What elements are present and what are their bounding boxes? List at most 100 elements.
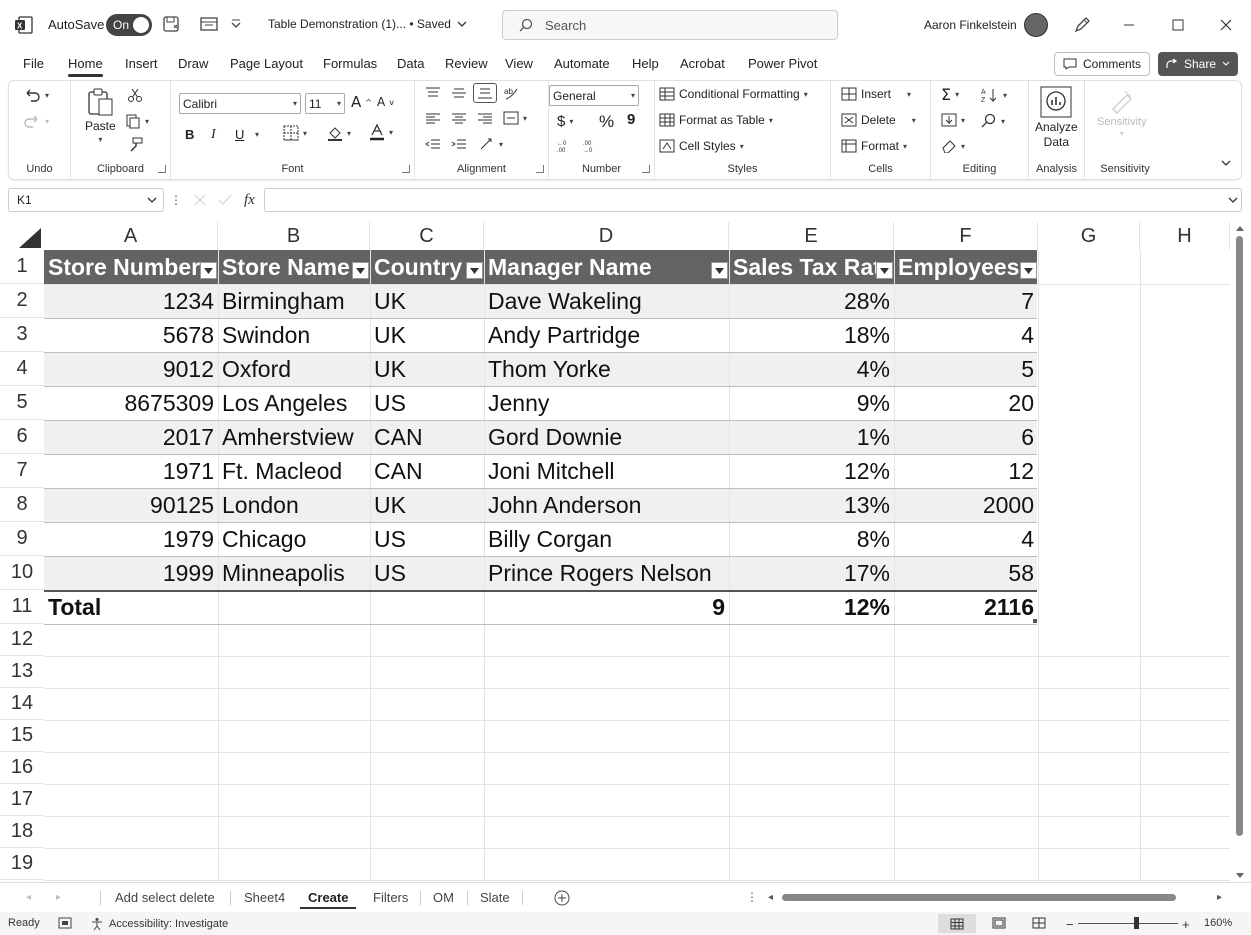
tab-data[interactable]: Data — [397, 56, 424, 71]
page-break-view-button[interactable] — [1032, 917, 1046, 929]
font-launcher-icon[interactable] — [402, 165, 410, 173]
table-cell[interactable]: Andy Partridge — [484, 318, 729, 352]
currency-button[interactable]: $ ▾ — [557, 113, 573, 130]
row-header-15[interactable]: 15 — [0, 720, 44, 752]
more-icon[interactable]: ⋮ — [170, 193, 182, 207]
cut-button[interactable] — [127, 87, 143, 103]
row-header-7[interactable]: 7 — [0, 454, 44, 488]
decrease-decimal-icon[interactable]: .00 →0 — [583, 139, 601, 153]
cell-styles-button[interactable]: Cell Styles ▾ — [659, 139, 744, 153]
table-cell[interactable]: Jenny — [484, 386, 729, 420]
underline-dropdown[interactable]: ▾ — [255, 130, 259, 139]
fill-button[interactable]: ▾ — [941, 113, 965, 127]
table-cell[interactable]: US — [370, 522, 484, 556]
tab-file[interactable]: File — [23, 56, 44, 71]
font-color-button[interactable]: ▾ — [369, 123, 393, 141]
scroll-down-icon[interactable] — [1235, 872, 1245, 880]
italic-button[interactable]: I — [211, 127, 216, 143]
table-cell[interactable]: 20 — [894, 386, 1038, 420]
align-right-icon[interactable] — [477, 113, 493, 125]
customize-qat-icon[interactable] — [230, 14, 248, 34]
row-header-10[interactable]: 10 — [0, 556, 44, 590]
table-cell[interactable]: US — [370, 386, 484, 420]
save-icon[interactable] — [162, 14, 182, 34]
table-cell[interactable]: 9012 — [44, 352, 218, 386]
table-cell[interactable]: UK — [370, 488, 484, 522]
table-cell[interactable]: 4 — [894, 522, 1038, 556]
sensitivity-button[interactable]: Sensitivity ▾ — [1097, 85, 1147, 138]
document-title[interactable]: Table Demonstration (1)... • Saved — [268, 17, 467, 31]
fill-color-button[interactable]: ▾ — [327, 125, 351, 141]
scroll-tabs-left-icon[interactable]: ◂ — [26, 892, 31, 903]
total-cell[interactable] — [370, 590, 484, 624]
table-cell[interactable]: 1979 — [44, 522, 218, 556]
formula-input[interactable] — [264, 188, 1242, 212]
clipboard-launcher-icon[interactable] — [158, 165, 166, 173]
filter-dropdown-icon[interactable] — [876, 262, 893, 279]
table-cell[interactable]: 9% — [729, 386, 894, 420]
column-header-g[interactable]: G — [1038, 222, 1140, 250]
avatar[interactable] — [1024, 13, 1048, 37]
row-header-16[interactable]: 16 — [0, 752, 44, 784]
insert-function-icon[interactable]: fx — [244, 192, 255, 209]
row-header-1[interactable]: 1 — [0, 250, 44, 284]
table-cell[interactable]: London — [218, 488, 370, 522]
table-cell[interactable]: 28% — [729, 284, 894, 318]
format-painter-button[interactable] — [127, 137, 143, 153]
decrease-font-icon[interactable]: Av — [377, 95, 394, 109]
format-cells-button[interactable]: Format ▾ — [841, 139, 907, 153]
search-box[interactable]: Search — [502, 10, 838, 40]
table-cell[interactable]: 1971 — [44, 454, 218, 488]
user-name[interactable]: Aaron Finkelstein — [924, 18, 1017, 32]
ribbon-collapse-icon[interactable] — [1221, 159, 1231, 167]
page-layout-view-button[interactable] — [992, 917, 1006, 929]
table-cell[interactable]: Minneapolis — [218, 556, 370, 590]
bold-button[interactable]: B — [185, 127, 194, 142]
table-cell[interactable]: 1% — [729, 420, 894, 454]
minimize-button[interactable] — [1116, 12, 1142, 38]
table-cell[interactable]: UK — [370, 284, 484, 318]
table-cell[interactable]: Prince Rogers Nelson — [484, 556, 729, 590]
sheet-tab-sheet4[interactable]: Sheet4 — [244, 883, 285, 911]
tab-help[interactable]: Help — [632, 56, 659, 71]
sheet-tab-filters[interactable]: Filters — [373, 883, 408, 911]
scroll-tabs-right-icon[interactable]: ▸ — [56, 892, 61, 903]
column-header-h[interactable]: H — [1140, 222, 1230, 250]
underline-button[interactable]: U — [235, 127, 244, 142]
analyze-data-button[interactable]: Analyze Data — [1035, 85, 1078, 149]
align-bottom-icon[interactable] — [473, 83, 497, 103]
column-header-c[interactable]: C — [370, 222, 484, 250]
row-header-17[interactable]: 17 — [0, 784, 44, 816]
zoom-slider-thumb[interactable] — [1134, 917, 1139, 929]
redo-button[interactable]: ▾ — [23, 113, 49, 129]
tab-automate[interactable]: Automate — [554, 56, 610, 71]
borders-button[interactable]: ▾ — [283, 125, 307, 141]
increase-indent-icon[interactable] — [451, 139, 467, 151]
zoom-slider-track[interactable] — [1078, 923, 1178, 924]
sheet-tab-add-select-delete[interactable]: Add select delete — [115, 883, 215, 911]
sheet-tab-slate[interactable]: Slate — [480, 883, 510, 911]
table-cell[interactable]: 58 — [894, 556, 1038, 590]
sheet-tab-om[interactable]: OM — [433, 883, 454, 911]
table-resize-handle-icon[interactable] — [1033, 619, 1037, 623]
table-cell[interactable]: 8% — [729, 522, 894, 556]
vertical-scrollbar[interactable] — [1236, 236, 1243, 836]
table-cell[interactable]: US — [370, 556, 484, 590]
column-header-d[interactable]: D — [484, 222, 729, 250]
row-header-8[interactable]: 8 — [0, 488, 44, 522]
table-cell[interactable]: CAN — [370, 454, 484, 488]
align-top-icon[interactable] — [425, 87, 441, 99]
conditional-formatting-button[interactable]: Conditional Formatting ▾ — [659, 87, 808, 101]
tab-acrobat[interactable]: Acrobat — [680, 56, 725, 71]
cancel-icon[interactable] — [194, 194, 206, 206]
table-cell[interactable]: Chicago — [218, 522, 370, 556]
table-cell[interactable]: 1999 — [44, 556, 218, 590]
copy-button[interactable]: ▾ — [125, 113, 149, 129]
table-cell[interactable]: 18% — [729, 318, 894, 352]
total-cell[interactable]: 9 — [484, 590, 729, 624]
sort-filter-button[interactable]: A Z ▾ — [981, 87, 1007, 103]
undo-button[interactable]: ▾ — [23, 87, 49, 103]
row-header-9[interactable]: 9 — [0, 522, 44, 556]
row-header-18[interactable]: 18 — [0, 816, 44, 848]
row-header-3[interactable]: 3 — [0, 318, 44, 352]
